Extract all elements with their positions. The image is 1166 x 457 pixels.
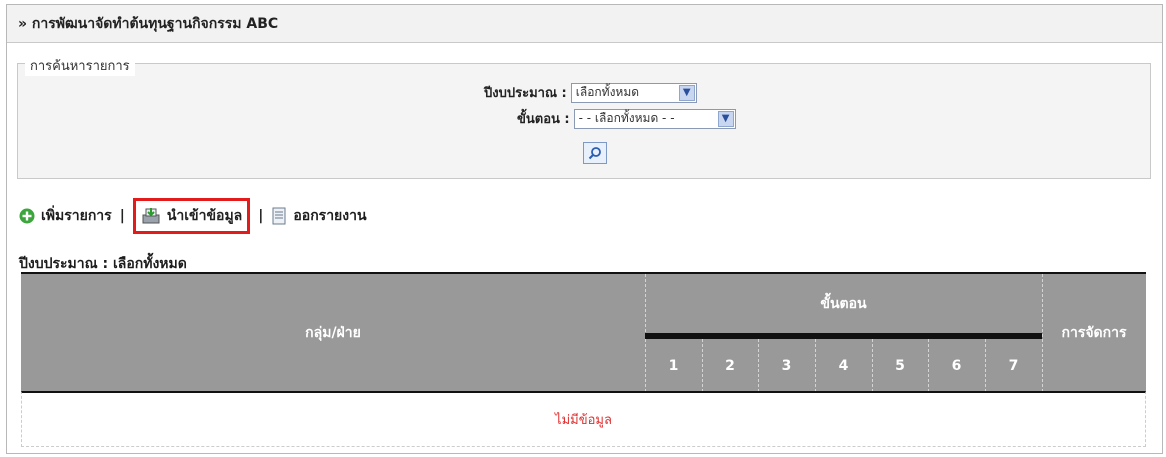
year-select-value: เลือกทั้งหมด xyxy=(575,85,640,99)
chevron-down-icon[interactable]: ▼ xyxy=(717,110,734,127)
search-fieldset: การค้นหารายการ ปีงบประมาณ : เลือกทั้งหมด… xyxy=(17,55,1151,179)
search-legend: การค้นหารายการ xyxy=(25,55,135,76)
toolbar: เพิ่มรายการ | นำเข้าข้อมูล | ออกรายงาน xyxy=(19,198,367,234)
step-number-header: 7 xyxy=(1008,357,1019,374)
toolbar-separator: | xyxy=(258,208,264,224)
step-number-header: 4 xyxy=(838,357,849,374)
empty-state-message: ไม่มีข้อมูล xyxy=(21,391,1146,447)
import-data-button[interactable]: นำเข้าข้อมูล xyxy=(132,198,251,234)
group-column-header: กลุ่ม/ฝ่าย xyxy=(305,325,361,341)
step-number-header: 1 xyxy=(668,357,679,374)
step-number-header: 2 xyxy=(725,357,735,374)
year-select[interactable]: เลือกทั้งหมด ▼ xyxy=(570,82,697,103)
report-icon xyxy=(272,207,286,225)
year-label: ปีงบประมาณ : xyxy=(484,86,567,101)
import-data-label: นำเข้าข้อมูล xyxy=(166,208,243,224)
step-label: ขั้นตอน : xyxy=(517,112,570,127)
search-button[interactable] xyxy=(583,142,607,164)
main-panel: » การพัฒนาจัดทำต้นทุนฐานกิจกรรม ABC การค… xyxy=(6,4,1163,454)
step-number-header: 5 xyxy=(895,357,905,374)
steps-column-header: ขั้นตอน xyxy=(820,296,867,312)
import-icon xyxy=(142,208,160,224)
manage-column-header: การจัดการ xyxy=(1061,325,1127,341)
step-select[interactable]: - - เลือกทั้งหมด - - ▼ xyxy=(573,108,736,129)
data-table-header: กลุ่ม/ฝ่าย ขั้นตอน 1 2 3 4 5 6 7 การจัดก… xyxy=(21,272,1146,392)
step-number-header: 3 xyxy=(781,357,792,374)
add-item-label: เพิ่มรายการ xyxy=(41,208,112,224)
chevron-down-icon[interactable]: ▼ xyxy=(678,84,695,101)
year-row: ปีงบประมาณ : เลือกทั้งหมด ▼ xyxy=(484,82,697,103)
export-report-button[interactable]: ออกรายงาน xyxy=(271,205,367,227)
step-select-value: - - เลือกทั้งหมด - - xyxy=(578,111,675,125)
page-title: » การพัฒนาจัดทำต้นทุนฐานกิจกรรม ABC xyxy=(7,5,1162,43)
export-report-label: ออกรายงาน xyxy=(293,208,367,224)
magnifier-icon xyxy=(588,147,601,160)
toolbar-separator: | xyxy=(119,208,125,224)
add-item-button[interactable]: เพิ่มรายการ xyxy=(19,205,112,227)
step-row: ขั้นตอน : - - เลือกทั้งหมด - - ▼ xyxy=(517,108,736,129)
plus-circle-icon xyxy=(19,208,35,224)
step-number-header: 6 xyxy=(951,357,962,374)
